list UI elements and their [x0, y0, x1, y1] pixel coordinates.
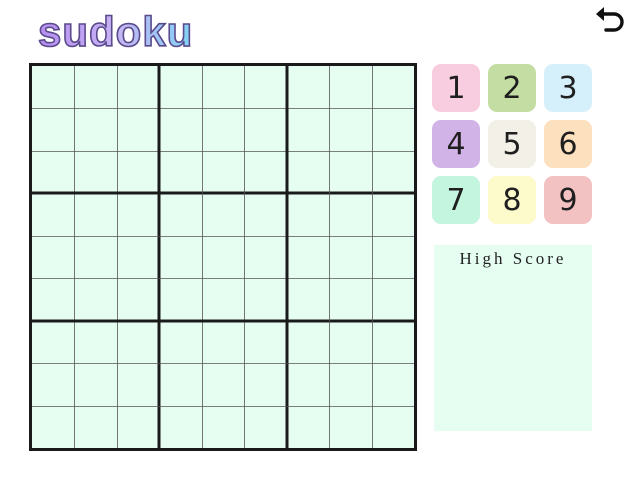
board-cell[interactable] [32, 321, 74, 363]
board-cell[interactable] [32, 193, 74, 235]
board-cell[interactable] [117, 193, 159, 235]
number-button-1[interactable]: 1 [432, 64, 480, 112]
number-button-4[interactable]: 4 [432, 120, 480, 168]
board-cell[interactable] [117, 108, 159, 150]
undo-arrow-icon[interactable] [592, 6, 626, 34]
board-cell[interactable] [329, 321, 371, 363]
board-cell[interactable] [372, 236, 414, 278]
board-cell[interactable] [74, 278, 116, 320]
board-cell[interactable] [287, 193, 329, 235]
board-cell[interactable] [74, 66, 116, 108]
board-cell[interactable] [159, 363, 201, 405]
board-cell[interactable] [32, 108, 74, 150]
board-cell[interactable] [159, 321, 201, 363]
board-cell[interactable] [117, 321, 159, 363]
board-cell[interactable] [329, 193, 371, 235]
board-cell[interactable] [372, 406, 414, 448]
board-cell[interactable] [32, 363, 74, 405]
board-cell[interactable] [372, 151, 414, 193]
number-button-7[interactable]: 7 [432, 176, 480, 224]
board-cell[interactable] [74, 108, 116, 150]
board-cell[interactable] [74, 406, 116, 448]
sudoku-logo: sudoku [36, 6, 211, 58]
board-cell[interactable] [244, 151, 286, 193]
board-cell[interactable] [244, 66, 286, 108]
board-cell[interactable] [74, 321, 116, 363]
board-cell[interactable] [159, 193, 201, 235]
board-cell[interactable] [244, 406, 286, 448]
board-cell[interactable] [372, 278, 414, 320]
board-cell[interactable] [372, 193, 414, 235]
number-button-9[interactable]: 9 [544, 176, 592, 224]
board-cell[interactable] [244, 321, 286, 363]
board-cell[interactable] [329, 236, 371, 278]
number-button-5[interactable]: 5 [488, 120, 536, 168]
board-cell[interactable] [202, 66, 244, 108]
board-cell[interactable] [32, 151, 74, 193]
board-cell[interactable] [32, 406, 74, 448]
svg-text:sudoku: sudoku [38, 8, 193, 55]
board-cell[interactable] [244, 108, 286, 150]
board-cell[interactable] [202, 363, 244, 405]
board-cell[interactable] [244, 236, 286, 278]
board-cell[interactable] [32, 278, 74, 320]
board-cell[interactable] [202, 236, 244, 278]
board-cell[interactable] [202, 151, 244, 193]
board-cell[interactable] [117, 236, 159, 278]
high-score-title: High Score [459, 249, 567, 268]
board-cell[interactable] [32, 236, 74, 278]
board-cell[interactable] [287, 108, 329, 150]
board-cell[interactable] [74, 363, 116, 405]
board-cell[interactable] [329, 406, 371, 448]
board-cell[interactable] [74, 151, 116, 193]
board-cell[interactable] [159, 108, 201, 150]
board-cell[interactable] [372, 363, 414, 405]
number-button-6[interactable]: 6 [544, 120, 592, 168]
board-cell[interactable] [202, 193, 244, 235]
board-cell[interactable] [287, 406, 329, 448]
board-cell[interactable] [117, 151, 159, 193]
board-cell[interactable] [372, 321, 414, 363]
board-cell[interactable] [117, 406, 159, 448]
sudoku-board [29, 63, 417, 451]
board-cell[interactable] [159, 406, 201, 448]
board-cell[interactable] [159, 236, 201, 278]
board-cell[interactable] [32, 66, 74, 108]
board-cell[interactable] [287, 363, 329, 405]
board-cell[interactable] [329, 108, 371, 150]
board-cell[interactable] [244, 363, 286, 405]
board-cell[interactable] [202, 406, 244, 448]
board-cell[interactable] [202, 108, 244, 150]
number-button-3[interactable]: 3 [544, 64, 592, 112]
board-cell[interactable] [159, 278, 201, 320]
board-cell[interactable] [287, 278, 329, 320]
board-cell[interactable] [244, 193, 286, 235]
board-cell[interactable] [329, 151, 371, 193]
board-cell[interactable] [117, 66, 159, 108]
board-cell[interactable] [159, 151, 201, 193]
number-button-2[interactable]: 2 [488, 64, 536, 112]
board-cell[interactable] [117, 363, 159, 405]
board-cell[interactable] [329, 278, 371, 320]
board-cell[interactable] [287, 236, 329, 278]
board-cell[interactable] [287, 151, 329, 193]
board-cell[interactable] [329, 363, 371, 405]
board-cell[interactable] [159, 66, 201, 108]
board-cell[interactable] [244, 278, 286, 320]
number-button-8[interactable]: 8 [488, 176, 536, 224]
board-cell[interactable] [372, 66, 414, 108]
board-cell[interactable] [372, 108, 414, 150]
board-cell[interactable] [117, 278, 159, 320]
high-score-panel: High Score [434, 245, 592, 431]
board-cell[interactable] [74, 193, 116, 235]
board-cell[interactable] [202, 278, 244, 320]
board-cell[interactable] [202, 321, 244, 363]
board-cell[interactable] [329, 66, 371, 108]
board-cell[interactable] [287, 321, 329, 363]
board-cell[interactable] [74, 236, 116, 278]
board-cell[interactable] [287, 66, 329, 108]
